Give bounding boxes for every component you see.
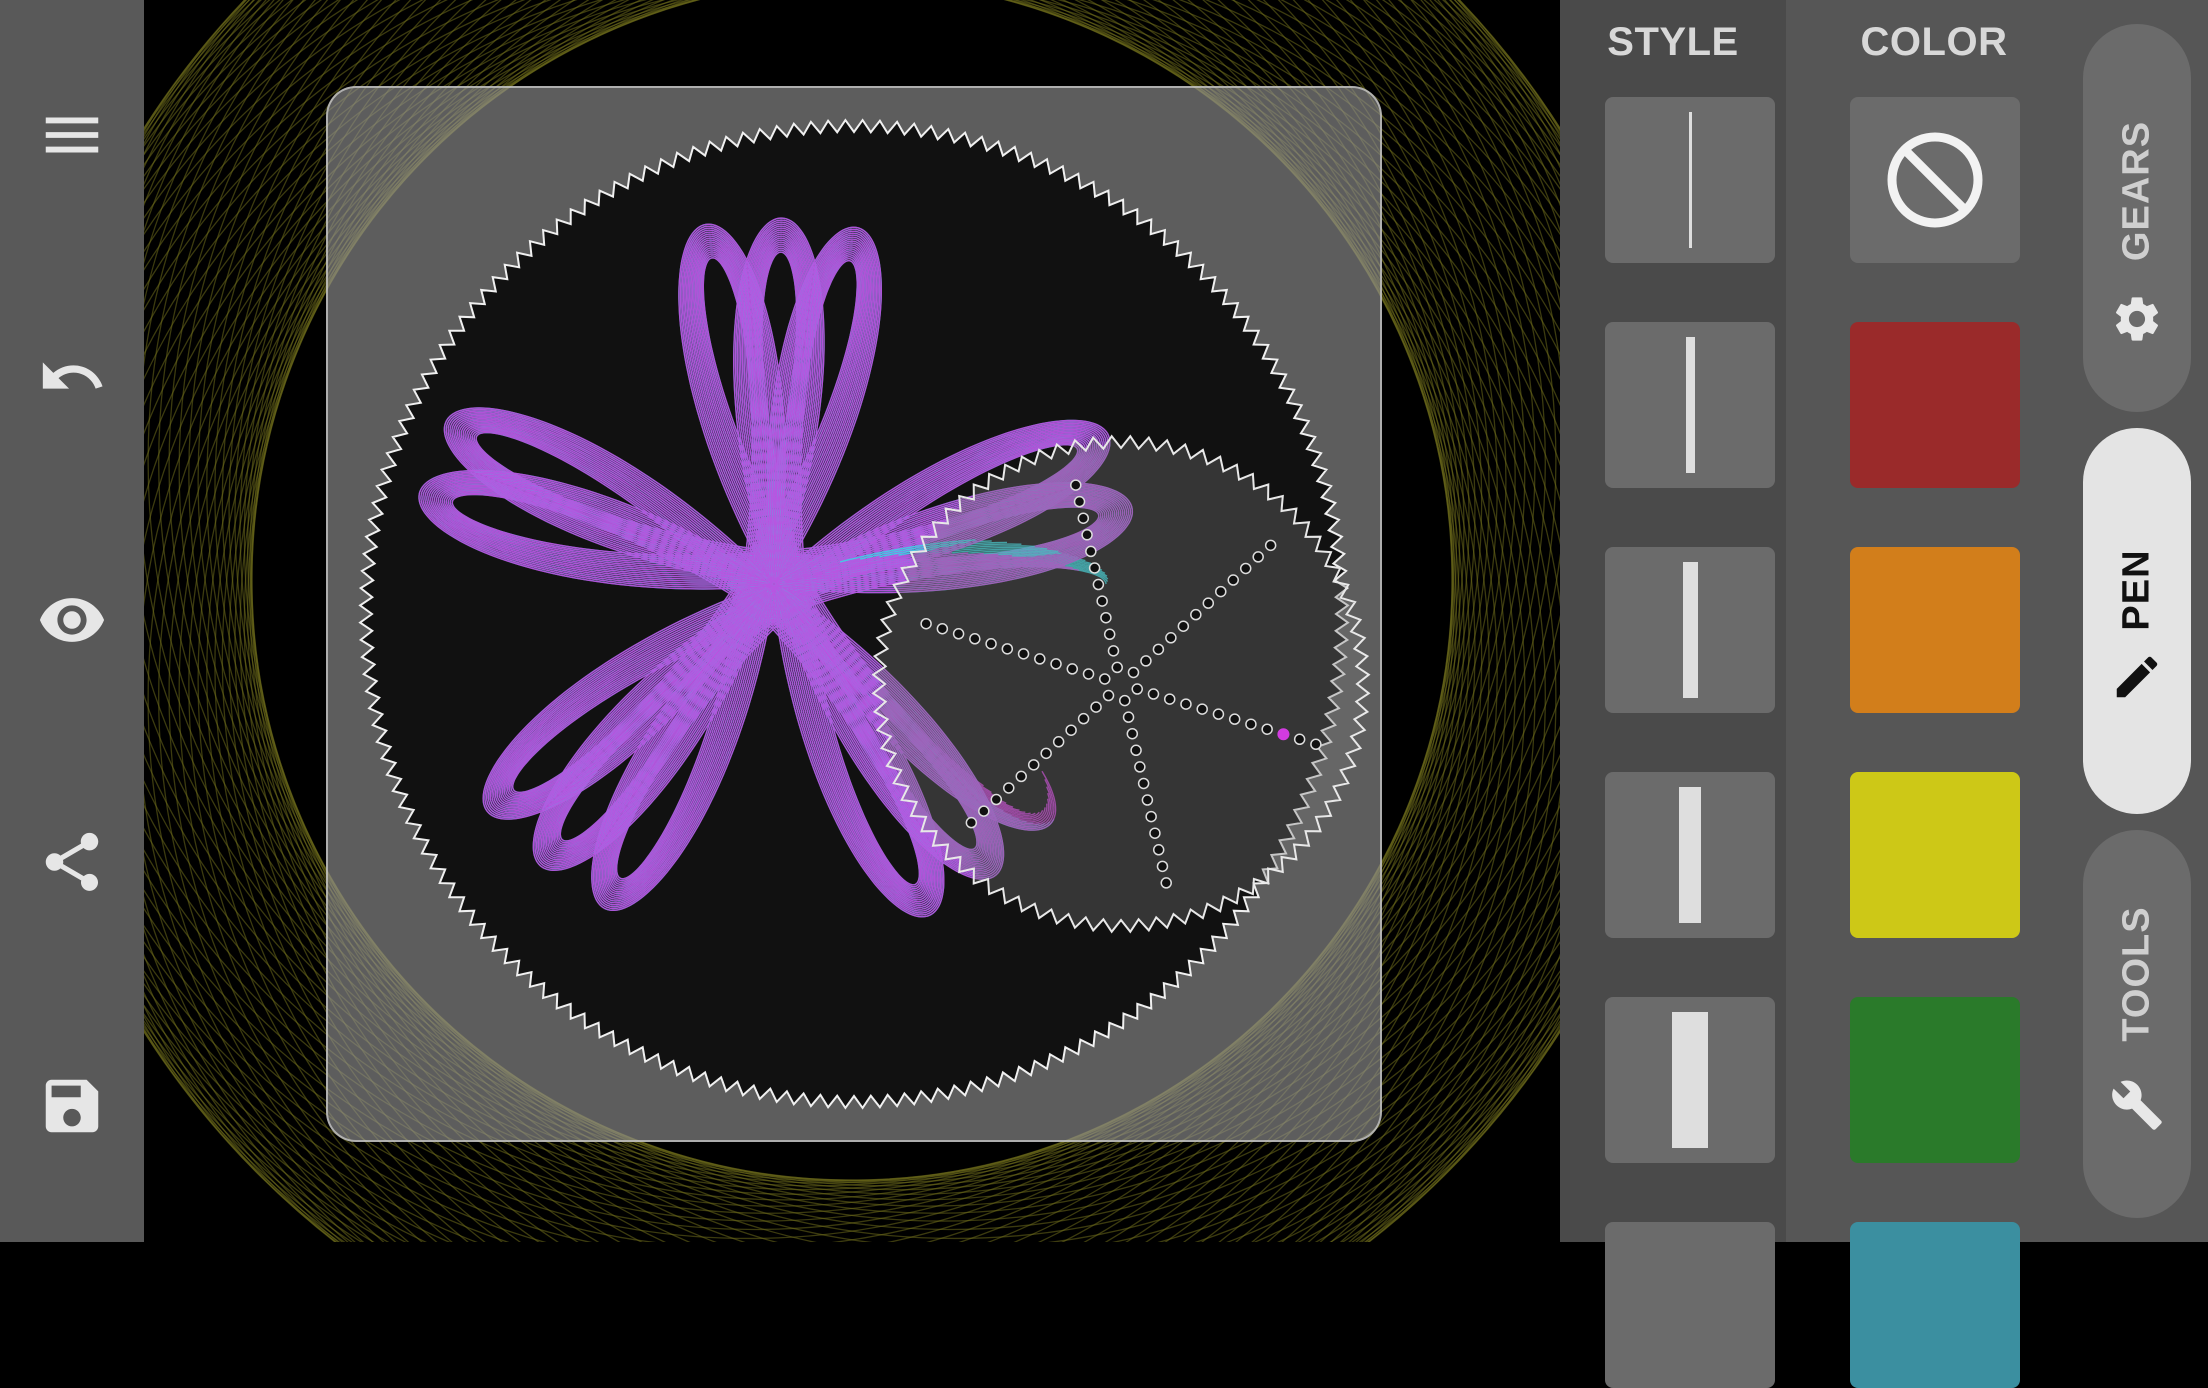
style-option-bold[interactable] (1605, 772, 1775, 938)
style-option-extra-bold[interactable] (1605, 997, 1775, 1163)
spirograph-drawing[interactable] (326, 86, 1382, 1142)
share-button[interactable] (22, 812, 122, 912)
color-swatch-partial[interactable] (1850, 1222, 2020, 1388)
color-header: COLOR (1860, 20, 2008, 64)
color-panel: COLOR (1786, 0, 2082, 1388)
stroke-extra-bold (1672, 1012, 1708, 1148)
color-swatch-yellow[interactable] (1850, 772, 2020, 938)
eye-icon (39, 598, 105, 642)
drawing-canvas[interactable] (144, 0, 1560, 1242)
share-icon (45, 832, 99, 891)
save-button[interactable] (22, 1056, 122, 1156)
style-option-thin[interactable] (1605, 97, 1775, 263)
undo-button[interactable] (22, 327, 122, 427)
gear-icon (2115, 297, 2159, 341)
stroke-bold (1679, 787, 1701, 923)
tab-tools[interactable]: TOOLS (2083, 830, 2191, 1218)
style-option-partial[interactable] (1605, 1222, 1775, 1388)
mode-tabs: GEARS PEN TOOLS (2082, 0, 2208, 1242)
save-icon (45, 1079, 99, 1133)
style-header: STYLE (1607, 20, 1739, 64)
style-option-medium[interactable] (1605, 547, 1775, 713)
style-panel: STYLE (1560, 0, 1786, 1388)
color-none-button[interactable] (1850, 97, 2020, 263)
stroke-thin (1688, 112, 1692, 248)
undo-icon (42, 362, 103, 389)
prohibited-icon (1887, 132, 1983, 228)
wrench-icon (2112, 1080, 2162, 1130)
color-swatch-green[interactable] (1850, 997, 2020, 1163)
tab-tools-label: TOOLS (2115, 905, 2158, 1042)
tab-gears[interactable]: GEARS (2083, 24, 2191, 412)
tab-pen-label: PEN (2115, 549, 2158, 631)
color-swatch-red[interactable] (1850, 322, 2020, 488)
pencil-icon (2116, 656, 2158, 698)
color-swatch-orange[interactable] (1850, 547, 2020, 713)
tab-gears-label: GEARS (2115, 120, 2158, 261)
stroke-light (1685, 337, 1695, 473)
menu-icon (45, 117, 99, 153)
stroke-medium (1682, 562, 1698, 698)
menu-button[interactable] (22, 85, 122, 185)
preview-button[interactable] (22, 570, 122, 670)
left-toolbar (0, 0, 144, 1242)
tab-pen[interactable]: PEN (2083, 428, 2191, 814)
style-option-light[interactable] (1605, 322, 1775, 488)
